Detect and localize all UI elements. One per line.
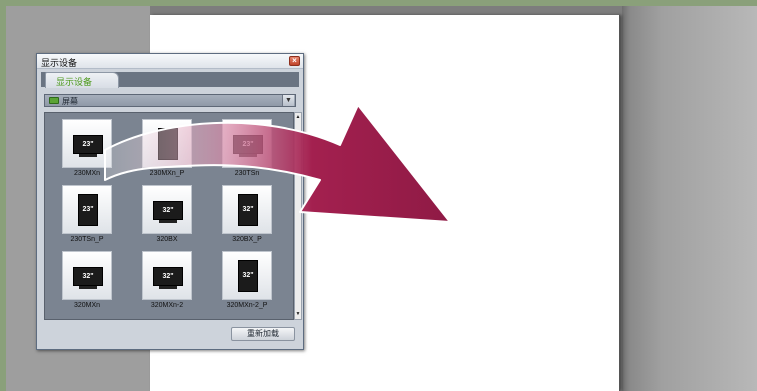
device-item[interactable]: 32" 320MXn-2_P: [222, 251, 272, 313]
monitor-stand-icon: [79, 154, 97, 157]
device-thumbnail: 23": [222, 119, 272, 168]
device-item[interactable]: 23" 230MXn: [62, 119, 112, 181]
monitor-icon: 32": [73, 267, 103, 286]
device-item[interactable]: 32" 320BX: [142, 185, 192, 247]
monitor-stand-icon: [239, 154, 257, 157]
device-item[interactable]: 23" 230TSn: [222, 119, 272, 181]
dialog-title: 显示设备: [41, 58, 78, 68]
device-item[interactable]: 23" 230TSn_P: [62, 185, 112, 247]
scroll-down-icon[interactable]: ▼: [295, 311, 301, 317]
device-thumbnail: 23": [62, 185, 112, 234]
monitor-icon: 32": [238, 194, 258, 226]
tab-label: 显示设备: [56, 77, 93, 87]
close-icon[interactable]: ×: [289, 56, 300, 66]
device-category-value: 屏幕: [62, 97, 78, 106]
device-grid: 23" 230MXn 230MXn_P 23" 230TSn 23" 230TSn_P 32"…: [44, 112, 294, 320]
scroll-up-icon[interactable]: ▲: [295, 114, 301, 120]
device-label: 320BX: [156, 236, 178, 243]
device-thumbnail: 32": [222, 251, 272, 300]
dialog-titlebar[interactable]: 显示设备 ×: [37, 54, 303, 69]
monitor-icon: [158, 128, 178, 160]
reload-button[interactable]: 重新加载: [231, 327, 295, 341]
monitor-icon: 32": [153, 267, 183, 286]
device-label: 230MXn_P: [149, 170, 185, 177]
device-label: 320MXn-2_P: [226, 302, 268, 309]
monitor-icon: 32": [238, 260, 258, 292]
device-grid-scrollbar[interactable]: ▲ ▼: [294, 112, 302, 320]
workspace-right-panel: [622, 6, 757, 391]
tab-strip: 显示设备: [41, 72, 299, 88]
device-label: 320MXn: [73, 302, 101, 309]
device-thumbnail: 32": [62, 251, 112, 300]
device-label: 230MXn: [73, 170, 101, 177]
monitor-icon: 32": [153, 201, 183, 220]
device-label: 320MXn-2: [150, 302, 184, 309]
device-label: 230TSn: [234, 170, 260, 177]
device-thumbnail: 32": [142, 251, 192, 300]
monitor-stand-icon: [159, 286, 177, 289]
tab-display-devices[interactable]: 显示设备: [45, 72, 119, 88]
chevron-down-icon[interactable]: ▼: [282, 95, 294, 106]
monitor-stand-icon: [79, 286, 97, 289]
monitor-stand-icon: [159, 220, 177, 223]
monitor-icon: 23": [78, 194, 98, 226]
device-label: 230TSn_P: [70, 236, 104, 243]
device-thumbnail: 23": [62, 119, 112, 168]
device-category-select[interactable]: 屏幕 ▼: [44, 94, 296, 107]
folder-icon: [49, 97, 59, 104]
device-item[interactable]: 32" 320MXn: [62, 251, 112, 313]
device-item[interactable]: 32" 320BX_P: [222, 185, 272, 247]
monitor-icon: 23": [73, 135, 103, 154]
device-item[interactable]: 32" 320MXn-2: [142, 251, 192, 313]
device-thumbnail: [142, 119, 192, 168]
monitor-icon: 23": [233, 135, 263, 154]
display-devices-dialog: 显示设备 × 显示设备 屏幕 ▼ 23" 230MXn 230MXn_P 23" 230…: [36, 53, 304, 350]
device-thumbnail: 32": [222, 185, 272, 234]
device-label: 320BX_P: [232, 236, 262, 243]
device-thumbnail: 32": [142, 185, 192, 234]
device-item[interactable]: 230MXn_P: [142, 119, 192, 181]
